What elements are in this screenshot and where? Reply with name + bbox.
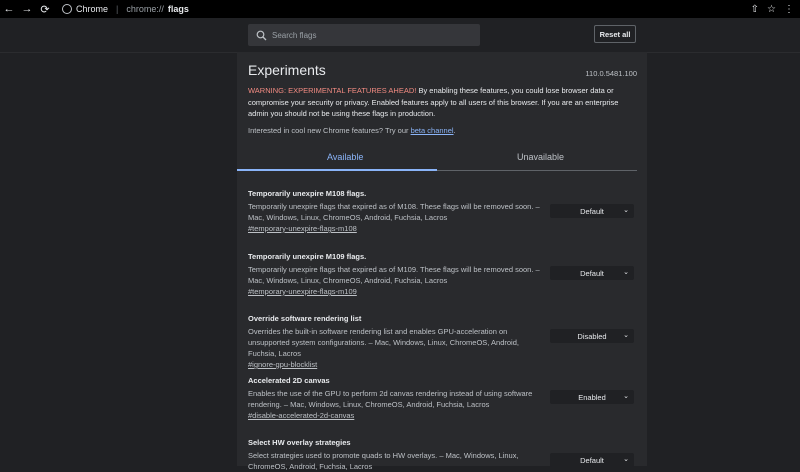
search-box[interactable] [248, 24, 480, 46]
flag-description: Overrides the built-in software renderin… [248, 327, 519, 358]
chevron-down-icon: ⌄ [623, 269, 629, 276]
flag-select[interactable]: Default ⌄ [550, 266, 634, 280]
chevron-down-icon: ⌄ [623, 456, 629, 463]
flag-description: Temporarily unexpire flags that expired … [248, 202, 540, 222]
flag-anchor-link[interactable]: #temporary-unexpire-flags-m108 [248, 223, 640, 234]
search-icon [252, 26, 270, 44]
url-path: flags [167, 4, 189, 14]
flag-name: Temporarily unexpire M108 flags. [248, 189, 367, 198]
flag-description: Enables the use of the GPU to perform 2d… [248, 389, 533, 409]
chevron-down-icon: ⌄ [623, 207, 629, 214]
flag-anchor-link[interactable]: #disable-accelerated-2d-canvas [248, 410, 640, 421]
flag-item: Accelerated 2D canvas Enables the use of… [248, 376, 640, 421]
flag-anchor-link[interactable]: #temporary-unexpire-flags-m109 [248, 286, 640, 297]
flag-name: Select HW overlay strategies [248, 438, 351, 447]
flag-description: Temporarily unexpire flags that expired … [248, 265, 540, 285]
beta-channel-link[interactable]: beta channel [411, 126, 454, 135]
flag-description: Select strategies used to promote quads … [248, 451, 519, 471]
flag-select[interactable]: Enabled ⌄ [550, 390, 634, 404]
flag-select-value: Disabled [577, 331, 607, 341]
flag-name: Accelerated 2D canvas [248, 376, 330, 385]
tab-bar: Available Unavailable [237, 148, 637, 171]
warning-highlight: WARNING: EXPERIMENTAL FEATURES AHEAD! [248, 86, 417, 95]
flag-anchor-link[interactable]: #ignore-gpu-blocklist [248, 359, 640, 370]
flag-select-value: Enabled [578, 392, 606, 402]
address-bar[interactable]: Chrome | chrome://flags [62, 4, 189, 14]
interest-text: Interested in cool new Chrome features? … [248, 126, 456, 135]
experiments-panel: Experiments 110.0.5481.100 WARNING: EXPE… [237, 52, 647, 471]
flag-item: Override software rendering list Overrid… [248, 314, 640, 370]
flag-item: Temporarily unexpire M108 flags. Tempora… [248, 189, 640, 234]
interest-suffix: . [453, 126, 456, 135]
share-icon[interactable]: ⇧ [751, 4, 759, 15]
forward-icon[interactable]: → [18, 0, 36, 18]
reset-all-button[interactable]: Reset all [594, 25, 636, 43]
chevron-down-icon: ⌄ [623, 332, 629, 339]
flag-select[interactable]: Default ⌄ [550, 204, 634, 218]
reload-icon[interactable]: ⟳ [36, 0, 54, 18]
omnibox-separator: | [116, 4, 119, 14]
flag-select-value: Default [580, 206, 604, 216]
browser-toolbar: ← → ⟳ Chrome | chrome://flags ⇧ ☆ ⋮ [0, 0, 800, 18]
interest-label: Interested in cool new Chrome features? … [248, 126, 411, 135]
toolbar-actions: ⇧ ☆ ⋮ [751, 0, 794, 18]
flag-select-value: Default [580, 455, 604, 465]
url-prefix: chrome:// [126, 4, 164, 14]
chrome-site-icon [62, 4, 72, 14]
page-title: Experiments [248, 62, 326, 78]
flag-name: Temporarily unexpire M109 flags. [248, 252, 367, 261]
star-icon[interactable]: ☆ [767, 4, 776, 15]
flag-select[interactable]: Default ⌄ [550, 453, 634, 467]
tab-available[interactable]: Available [327, 152, 363, 162]
active-tab-indicator [237, 169, 437, 171]
chevron-down-icon: ⌄ [623, 393, 629, 400]
version-label: 110.0.5481.100 [585, 69, 637, 78]
flag-item: Select HW overlay strategies Select stra… [248, 438, 640, 472]
flag-select-value: Default [580, 268, 604, 278]
flag-name: Override software rendering list [248, 314, 362, 323]
flag-item: Temporarily unexpire M109 flags. Tempora… [248, 252, 640, 297]
flags-header: Reset all [0, 18, 800, 53]
flag-select[interactable]: Disabled ⌄ [550, 329, 634, 343]
back-icon[interactable]: ← [0, 0, 18, 18]
site-label: Chrome [76, 4, 109, 14]
warning-text: WARNING: EXPERIMENTAL FEATURES AHEAD! By… [248, 85, 640, 120]
search-input[interactable] [270, 29, 474, 41]
tab-unavailable[interactable]: Unavailable [517, 152, 564, 162]
menu-icon[interactable]: ⋮ [784, 4, 794, 15]
